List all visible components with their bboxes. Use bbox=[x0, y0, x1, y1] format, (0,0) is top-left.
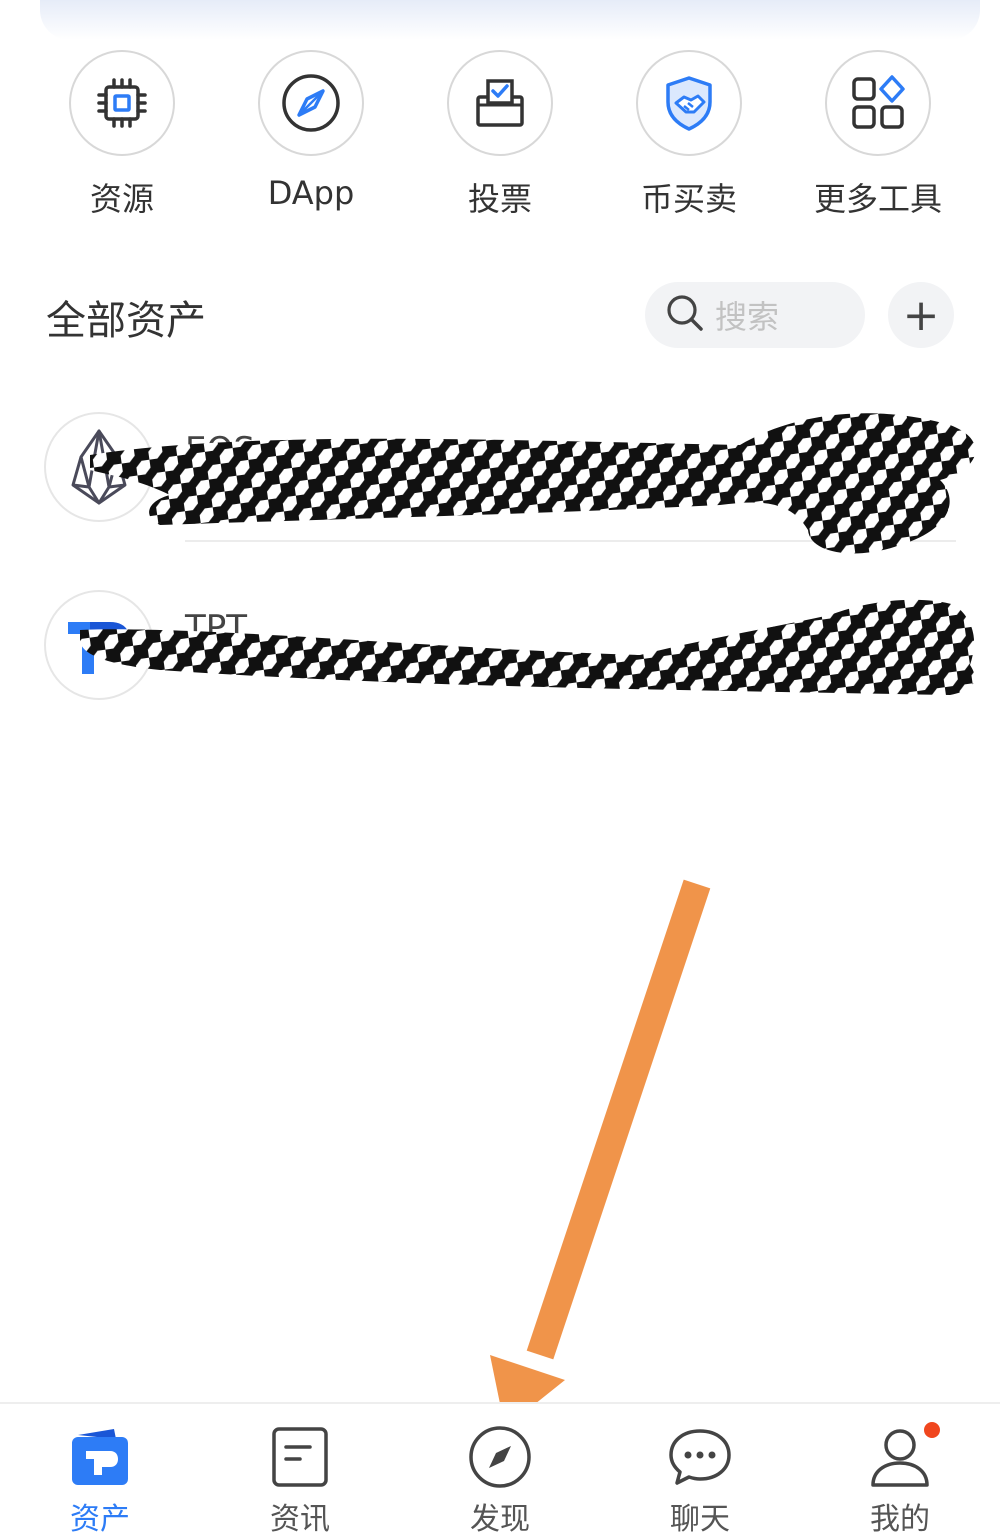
nav-label: 资讯 bbox=[270, 1502, 330, 1537]
nav-label: 发现 bbox=[470, 1502, 530, 1537]
nav-chat[interactable]: 聊天 bbox=[600, 1424, 800, 1538]
nav-me[interactable]: 我的 bbox=[800, 1420, 1000, 1538]
user-icon bbox=[800, 1420, 1000, 1490]
nav-discover[interactable]: 发现 bbox=[400, 1424, 600, 1538]
wallet-icon bbox=[0, 1424, 200, 1490]
nav-label: 资产 bbox=[70, 1502, 130, 1537]
news-icon bbox=[200, 1424, 400, 1490]
bottom-nav: 资产 资讯 发现 聊天 我的 bbox=[0, 1402, 1000, 1538]
chat-bubble-icon bbox=[600, 1424, 800, 1490]
redaction-scribble bbox=[80, 413, 976, 695]
compass-icon bbox=[400, 1424, 600, 1490]
nav-label: 我的 bbox=[870, 1502, 930, 1537]
nav-label: 聊天 bbox=[670, 1502, 730, 1537]
notification-badge bbox=[922, 1420, 942, 1440]
nav-news[interactable]: 资讯 bbox=[200, 1424, 400, 1538]
nav-assets[interactable]: 资产 bbox=[0, 1424, 200, 1538]
